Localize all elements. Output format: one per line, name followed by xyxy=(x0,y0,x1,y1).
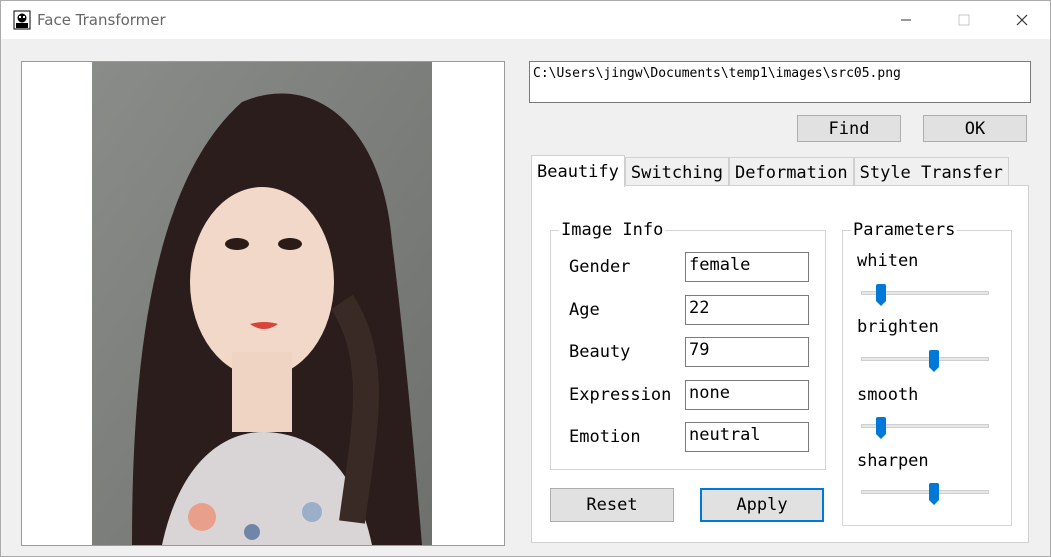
close-icon xyxy=(1016,14,1028,26)
gender-field[interactable]: female xyxy=(685,252,809,282)
beauty-label: Beauty xyxy=(569,342,631,362)
tab-deformation[interactable]: Deformation xyxy=(729,157,854,187)
expression-label: Expression xyxy=(569,385,672,405)
whiten-slider[interactable] xyxy=(861,284,989,306)
title-bar: Face Transformer xyxy=(1,1,1050,39)
sharpen-slider-thumb[interactable] xyxy=(929,483,939,505)
maximize-icon xyxy=(958,14,970,26)
tab-bar: Beautify Switching Deformation Style Tra… xyxy=(531,155,1009,187)
apply-button[interactable]: Apply xyxy=(700,488,824,522)
parameters-group: Parameters whiten brighten smooth sharpe… xyxy=(842,220,1012,526)
ok-button[interactable]: OK xyxy=(923,115,1027,142)
image-preview-panel xyxy=(21,61,505,546)
age-label: Age xyxy=(569,300,600,320)
tab-style-transfer[interactable]: Style Transfer xyxy=(853,157,1009,187)
age-field[interactable]: 22 xyxy=(685,295,809,325)
gender-label: Gender xyxy=(569,257,631,277)
emotion-label: Emotion xyxy=(569,427,641,447)
tab-switching[interactable]: Switching xyxy=(624,157,730,187)
window-title: Face Transformer xyxy=(37,11,166,29)
find-button[interactable]: Find xyxy=(797,115,901,142)
close-button[interactable] xyxy=(993,1,1051,39)
brighten-slider[interactable] xyxy=(861,350,989,372)
minimize-icon xyxy=(901,19,911,21)
sharpen-label: sharpen xyxy=(857,451,929,471)
maximize-button[interactable] xyxy=(935,1,993,39)
parameters-title: Parameters xyxy=(851,220,958,240)
expression-field[interactable]: none xyxy=(685,380,809,410)
whiten-label: whiten xyxy=(857,251,919,271)
app-window: Face Transformer C:\Users\jingw\Document… xyxy=(0,0,1051,557)
image-info-group: Image Info Gender female Age 22 Beauty 7… xyxy=(550,220,826,470)
portrait-photo xyxy=(92,62,432,545)
minimize-button[interactable] xyxy=(877,1,935,39)
smooth-label: smooth xyxy=(857,385,919,405)
brighten-slider-thumb[interactable] xyxy=(929,350,939,372)
reset-button[interactable]: Reset xyxy=(550,488,674,522)
file-path-field[interactable]: C:\Users\jingw\Documents\temp1\images\sr… xyxy=(529,61,1031,103)
beauty-field[interactable]: 79 xyxy=(685,337,809,367)
whiten-slider-thumb[interactable] xyxy=(876,284,886,306)
image-info-title: Image Info xyxy=(559,220,666,240)
beautify-panel: Image Info Gender female Age 22 Beauty 7… xyxy=(531,185,1029,543)
tab-beautify[interactable]: Beautify xyxy=(531,155,625,187)
emotion-field[interactable]: neutral xyxy=(685,422,809,452)
smooth-slider[interactable] xyxy=(861,417,989,439)
brighten-label: brighten xyxy=(857,317,939,337)
smooth-slider-thumb[interactable] xyxy=(876,417,886,439)
app-icon xyxy=(13,10,31,30)
sharpen-slider[interactable] xyxy=(861,483,989,505)
